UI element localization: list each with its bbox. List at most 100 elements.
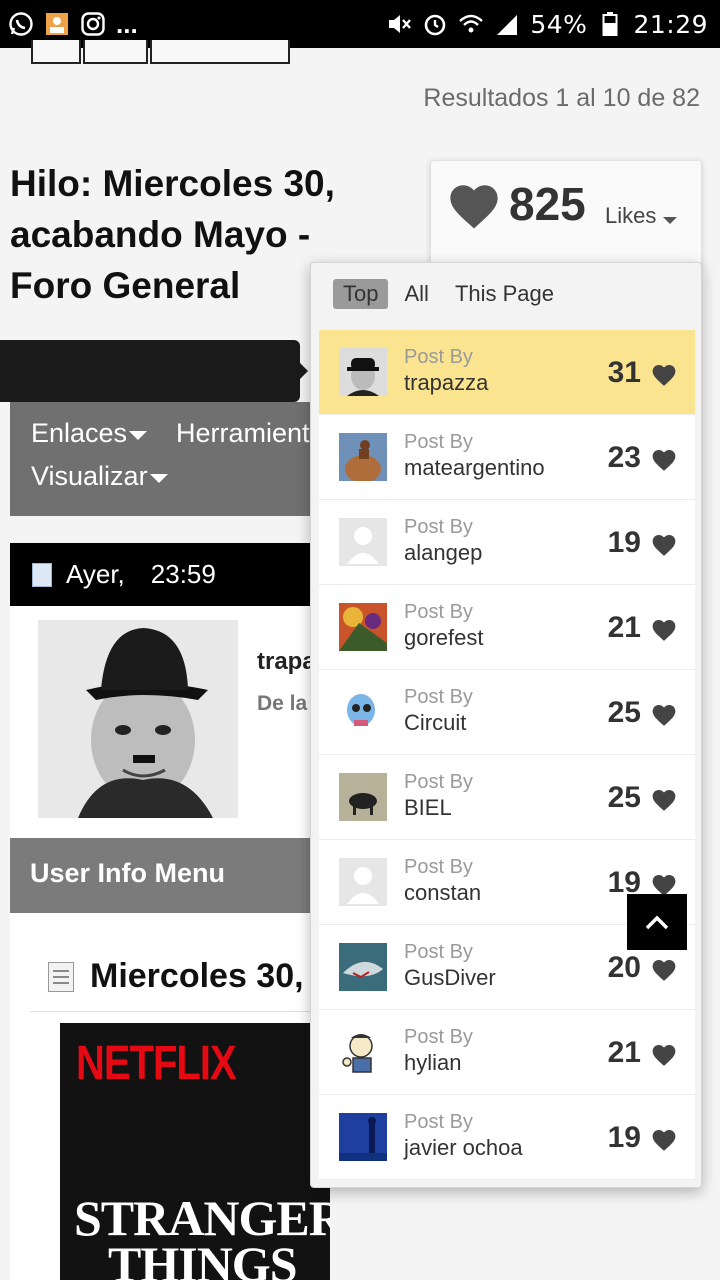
post-by-label: Post By bbox=[404, 601, 473, 623]
caret-down-icon bbox=[149, 474, 168, 483]
like-row[interactable]: Post By Circuit 25 bbox=[319, 670, 695, 755]
like-username[interactable]: BIEL bbox=[404, 795, 452, 821]
chevron-down-icon[interactable] bbox=[663, 217, 677, 224]
bull-avatar[interactable] bbox=[339, 773, 387, 821]
menu-herramientas[interactable]: Herramient bbox=[176, 418, 310, 449]
post-icon bbox=[48, 961, 74, 992]
tab-this-page[interactable]: This Page bbox=[445, 279, 564, 309]
heart-icon bbox=[651, 448, 677, 477]
like-row[interactable]: Post By javier ochoa 19 bbox=[319, 1095, 695, 1180]
clock: 21:29 bbox=[633, 9, 708, 39]
pager-button[interactable] bbox=[83, 40, 148, 64]
post-body: Miercoles 30, NETFLIX STRANGER THINGS bbox=[10, 913, 330, 1280]
blue-figure-avatar[interactable] bbox=[339, 1113, 387, 1161]
status-bar-right: 54% 21:29 bbox=[386, 10, 708, 39]
post-title: Miercoles 30, bbox=[48, 957, 304, 996]
chevron-up-icon bbox=[645, 915, 669, 930]
heart-icon bbox=[651, 533, 677, 562]
pager-button[interactable] bbox=[150, 40, 290, 64]
status-bar-left: ... bbox=[8, 9, 138, 40]
tab-all[interactable]: All bbox=[394, 279, 438, 309]
heart-icon bbox=[651, 788, 677, 817]
poster-title: STRANGER THINGS bbox=[74, 1190, 330, 1280]
poster-title-line-2: THINGS bbox=[108, 1236, 298, 1280]
menu-enlaces-label: Enlaces bbox=[31, 418, 128, 448]
toolbar-pointer bbox=[298, 361, 308, 381]
post-by-label: Post By bbox=[404, 1026, 473, 1048]
pager-button[interactable] bbox=[31, 40, 81, 64]
heart-icon bbox=[651, 703, 677, 732]
battery-icon bbox=[597, 11, 623, 37]
vaultboy-avatar[interactable] bbox=[339, 1028, 387, 1076]
menu-enlaces[interactable]: Enlaces bbox=[31, 418, 148, 449]
like-username[interactable]: GusDiver bbox=[404, 965, 496, 991]
like-username[interactable]: Circuit bbox=[404, 710, 466, 736]
post-by-label: Post By bbox=[404, 431, 473, 453]
contact-icon bbox=[44, 11, 70, 37]
post-by-label: Post By bbox=[404, 771, 473, 793]
alarm-icon bbox=[422, 11, 448, 37]
caret-down-icon bbox=[129, 431, 148, 440]
painting-avatar[interactable] bbox=[339, 603, 387, 651]
post-by-label: Post By bbox=[404, 346, 473, 368]
like-username[interactable]: constan bbox=[404, 880, 481, 906]
netflix-logo: NETFLIX bbox=[76, 1037, 237, 1090]
scroll-to-top-button[interactable] bbox=[627, 894, 687, 950]
like-count: 25 bbox=[607, 696, 641, 729]
document-icon bbox=[32, 562, 52, 587]
chaplin-avatar[interactable] bbox=[339, 348, 387, 396]
likes-tabs: Top All This Page bbox=[333, 279, 570, 309]
post-image[interactable]: NETFLIX STRANGER THINGS bbox=[60, 1023, 330, 1280]
post-title-text: Miercoles 30, bbox=[90, 957, 304, 995]
post-date: Ayer, bbox=[66, 559, 125, 589]
thread-toolbar bbox=[0, 340, 300, 402]
like-username[interactable]: hylian bbox=[404, 1050, 461, 1076]
like-row[interactable]: Post By mateargentino 23 bbox=[319, 415, 695, 500]
poster-title-line-1: STRANGER bbox=[74, 1190, 330, 1246]
menu-visualizar[interactable]: Visualizar bbox=[31, 461, 168, 492]
thread-menu: Enlaces Herramient Visualizar bbox=[10, 402, 330, 516]
post-time: 23:59 bbox=[150, 559, 216, 589]
like-row[interactable]: Post By alangep 19 bbox=[319, 500, 695, 585]
like-row[interactable]: Post By BIEL 25 bbox=[319, 755, 695, 840]
heart-icon bbox=[651, 618, 677, 647]
default-avatar[interactable] bbox=[339, 858, 387, 906]
more-notifications: ... bbox=[116, 8, 138, 39]
menu-herramientas-label: Herramient bbox=[176, 418, 310, 448]
like-username[interactable]: alangep bbox=[404, 540, 482, 566]
like-username[interactable]: mateargentino bbox=[404, 455, 545, 481]
post-by-label: Post By bbox=[404, 686, 473, 708]
likes-summary[interactable]: 825 Likes bbox=[430, 160, 702, 270]
post-author-card: trapa De la bbox=[10, 606, 330, 838]
like-row[interactable]: Post By gorefest 21 bbox=[319, 585, 695, 670]
like-count: 19 bbox=[607, 1121, 641, 1154]
results-count: Resultados 1 al 10 de 82 bbox=[423, 84, 700, 112]
instagram-icon bbox=[80, 11, 106, 37]
like-count: 21 bbox=[607, 611, 641, 644]
like-row[interactable]: Post By hylian 21 bbox=[319, 1010, 695, 1095]
skull-avatar[interactable] bbox=[339, 688, 387, 736]
user-info-menu[interactable]: User Info Menu bbox=[10, 838, 330, 913]
likes-count: 825 bbox=[509, 178, 586, 230]
like-count: 19 bbox=[607, 526, 641, 559]
heart-icon bbox=[651, 958, 677, 987]
signal-icon bbox=[494, 11, 520, 37]
like-row[interactable]: Post By trapazza 31 bbox=[319, 330, 695, 415]
like-username[interactable]: trapazza bbox=[404, 370, 488, 396]
author-avatar[interactable] bbox=[38, 620, 238, 818]
author-name[interactable]: trapa bbox=[257, 648, 316, 676]
divider bbox=[30, 1011, 330, 1012]
post-header: Ayer, 23:59 bbox=[10, 543, 330, 606]
mute-icon bbox=[386, 11, 412, 37]
default-avatar[interactable] bbox=[339, 518, 387, 566]
like-username[interactable]: javier ochoa bbox=[404, 1135, 523, 1161]
like-count: 20 bbox=[607, 951, 641, 984]
like-count: 21 bbox=[607, 1036, 641, 1069]
heart-icon bbox=[447, 181, 501, 236]
shark-avatar[interactable] bbox=[339, 943, 387, 991]
bird-avatar[interactable] bbox=[339, 433, 387, 481]
like-count: 25 bbox=[607, 781, 641, 814]
heart-icon bbox=[651, 1043, 677, 1072]
tab-top[interactable]: Top bbox=[333, 279, 389, 309]
like-username[interactable]: gorefest bbox=[404, 625, 484, 651]
